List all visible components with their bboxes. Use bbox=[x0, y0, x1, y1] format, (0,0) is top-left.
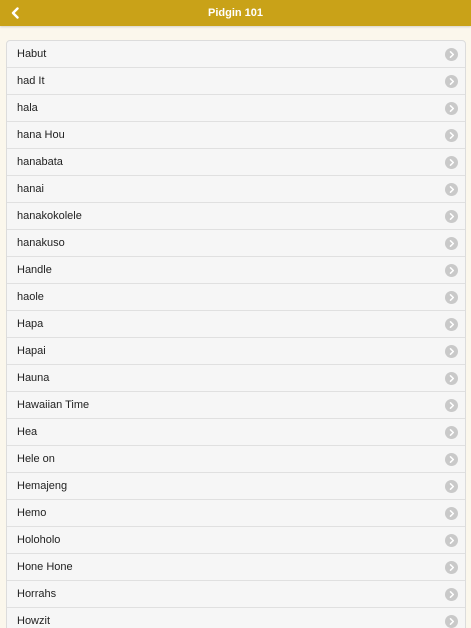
list-item[interactable]: Hapai bbox=[7, 338, 465, 365]
chevron-right-circle-icon bbox=[445, 102, 458, 115]
chevron-right-circle-icon bbox=[445, 48, 458, 61]
chevron-right-circle-icon bbox=[445, 453, 458, 466]
list-item[interactable]: haole bbox=[7, 284, 465, 311]
list-item-label: Hele on bbox=[17, 453, 55, 465]
list-item-label: hanabata bbox=[17, 156, 63, 168]
list-item-label: had It bbox=[17, 75, 45, 87]
list-item[interactable]: Hawaiian Time bbox=[7, 392, 465, 419]
chevron-right-circle-icon bbox=[445, 237, 458, 250]
list-item-label: Hauna bbox=[17, 372, 50, 384]
list-item-label: Hapa bbox=[17, 318, 44, 330]
list-item[interactable]: hanakuso bbox=[7, 230, 465, 257]
chevron-right-circle-icon bbox=[445, 183, 458, 196]
list-item-label: Hawaiian Time bbox=[17, 399, 90, 411]
list-item[interactable]: Hemo bbox=[7, 500, 465, 527]
list-item-label: Handle bbox=[17, 264, 52, 276]
list-item[interactable]: Hele on bbox=[7, 446, 465, 473]
chevron-right-circle-icon bbox=[445, 507, 458, 520]
list-item[interactable]: Hapa bbox=[7, 311, 465, 338]
list-item[interactable]: Handle bbox=[7, 257, 465, 284]
list-item[interactable]: Habut bbox=[7, 41, 465, 68]
list-item-label: haole bbox=[17, 291, 44, 303]
list-item[interactable]: hanai bbox=[7, 176, 465, 203]
list-item[interactable]: Horrahs bbox=[7, 581, 465, 608]
chevron-right-circle-icon bbox=[445, 129, 458, 142]
list-item-label: Howzit bbox=[17, 615, 51, 627]
chevron-right-circle-icon bbox=[445, 426, 458, 439]
page-title: Pidgin 101 bbox=[207, 7, 264, 19]
chevron-right-circle-icon bbox=[445, 588, 458, 601]
chevron-right-circle-icon bbox=[445, 75, 458, 88]
list-item-label: Horrahs bbox=[17, 588, 57, 600]
list-item[interactable]: had It bbox=[7, 68, 465, 95]
chevron-right-circle-icon bbox=[445, 534, 458, 547]
chevron-right-circle-icon bbox=[445, 156, 458, 169]
list-item[interactable]: Howzit bbox=[7, 608, 465, 628]
list-item[interactable]: hana Hou bbox=[7, 122, 465, 149]
list-item[interactable]: Hea bbox=[7, 419, 465, 446]
chevron-right-circle-icon bbox=[445, 345, 458, 358]
list-item-label: Hone Hone bbox=[17, 561, 73, 573]
list-item-label: Holoholo bbox=[17, 534, 61, 546]
list-item-label: Hemajeng bbox=[17, 480, 68, 492]
list-item[interactable]: Hauna bbox=[7, 365, 465, 392]
list-item[interactable]: hala bbox=[7, 95, 465, 122]
app-header: Pidgin 101 bbox=[0, 0, 471, 26]
list-item-label: hanakokolele bbox=[17, 210, 82, 222]
list-item-label: hala bbox=[17, 102, 38, 114]
list-item[interactable]: Holoholo bbox=[7, 527, 465, 554]
chevron-right-circle-icon bbox=[445, 291, 458, 304]
list-item-label: Hea bbox=[17, 426, 38, 438]
chevron-right-circle-icon bbox=[445, 399, 458, 412]
list-item[interactable]: hanakokolele bbox=[7, 203, 465, 230]
chevron-right-circle-icon bbox=[445, 318, 458, 331]
chevron-right-circle-icon bbox=[445, 615, 458, 628]
list-item-label: Hapai bbox=[17, 345, 46, 357]
list-item[interactable]: Hemajeng bbox=[7, 473, 465, 500]
main-content: Habut had It hala hana Hou hanabata hanai hana… bbox=[0, 26, 471, 628]
chevron-right-circle-icon bbox=[445, 372, 458, 385]
chevron-right-circle-icon bbox=[445, 561, 458, 574]
chevron-right-circle-icon bbox=[445, 210, 458, 223]
list-item-label: Habut bbox=[17, 48, 47, 60]
list-item-label: hanakuso bbox=[17, 237, 65, 249]
chevron-right-circle-icon bbox=[445, 264, 458, 277]
list-item[interactable]: Hone Hone bbox=[7, 554, 465, 581]
list-item[interactable]: hanabata bbox=[7, 149, 465, 176]
chevron-right-circle-icon bbox=[445, 480, 458, 493]
list-item-label: Hemo bbox=[17, 507, 47, 519]
list-item-label: hanai bbox=[17, 183, 44, 195]
list-item-label: hana Hou bbox=[17, 129, 65, 141]
term-list: Habut had It hala hana Hou hanabata hanai hana… bbox=[6, 40, 466, 628]
